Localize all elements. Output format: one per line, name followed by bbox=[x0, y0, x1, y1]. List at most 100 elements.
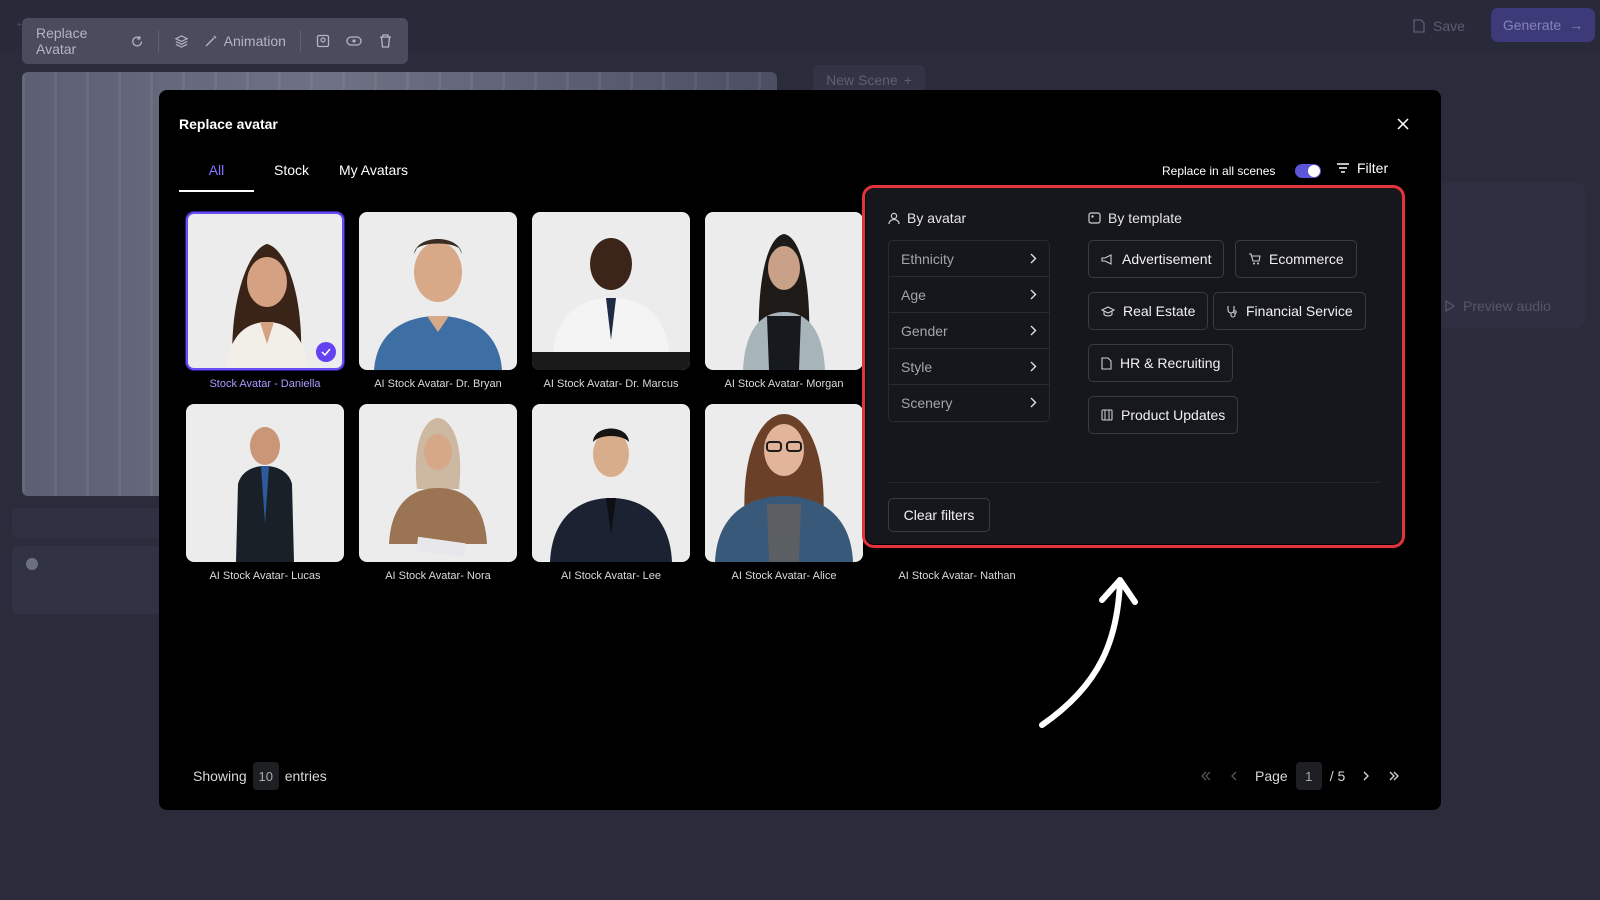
filter-lines-icon bbox=[1337, 163, 1349, 173]
filter-divider bbox=[888, 482, 1380, 483]
save-button[interactable]: Save bbox=[1398, 10, 1480, 42]
chip-label: Real Estate bbox=[1123, 303, 1196, 319]
avatar-photo bbox=[705, 212, 863, 370]
tab-my-avatars[interactable]: My Avatars bbox=[324, 158, 423, 192]
first-page-icon[interactable] bbox=[1199, 769, 1213, 783]
plus-icon: + bbox=[903, 72, 912, 88]
chevron-right-icon bbox=[1030, 287, 1037, 303]
filter-label: Scenery bbox=[901, 395, 953, 411]
total-pages-label: / 5 bbox=[1329, 768, 1346, 784]
filter-age[interactable]: Age bbox=[889, 277, 1049, 313]
avatar-toolbar: Replace Avatar Animation bbox=[22, 18, 408, 64]
toolbar-divider bbox=[157, 30, 159, 52]
replace-in-all-scenes-label: Replace in all scenes bbox=[1162, 164, 1276, 178]
generate-button[interactable]: Generate → bbox=[1491, 8, 1595, 42]
tab-all[interactable]: All bbox=[179, 158, 254, 192]
page-indicator: Page 1 / 5 bbox=[1255, 762, 1345, 790]
avatar-card-dr-marcus[interactable]: AI Stock Avatar- Dr. Marcus bbox=[532, 212, 690, 390]
chip-label: Financial Service bbox=[1246, 303, 1353, 319]
replace-in-all-scenes-toggle[interactable] bbox=[1295, 164, 1321, 178]
clear-filters-button[interactable]: Clear filters bbox=[888, 498, 990, 532]
close-icon[interactable] bbox=[1393, 114, 1413, 134]
filter-button[interactable]: Filter bbox=[1336, 160, 1388, 176]
filter-label: Gender bbox=[901, 322, 948, 339]
template-ecommerce-chip[interactable]: Ecommerce bbox=[1235, 240, 1357, 278]
stethoscope-icon bbox=[1227, 305, 1237, 318]
filter-scenery[interactable]: Scenery bbox=[889, 385, 1049, 421]
arrow-right-icon: → bbox=[1569, 17, 1584, 33]
preview-audio-button[interactable]: Preview audio bbox=[1445, 298, 1551, 314]
avatar-card-morgan[interactable]: AI Stock Avatar- Morgan bbox=[705, 212, 863, 390]
timeline-header bbox=[12, 508, 172, 538]
avatar-tabs: All Stock My Avatars bbox=[179, 158, 423, 192]
avatar-name: AI Stock Avatar- Alice bbox=[731, 570, 837, 582]
avatar-card-daniella[interactable]: Stock Avatar - Daniella bbox=[186, 212, 344, 390]
chevron-right-icon bbox=[1030, 395, 1037, 411]
avatar-photo bbox=[359, 404, 517, 562]
new-scene-label: New Scene bbox=[826, 72, 898, 88]
graduation-cap-icon bbox=[1101, 305, 1115, 317]
eye-icon[interactable] bbox=[346, 32, 363, 50]
selected-check-icon bbox=[316, 342, 336, 362]
next-page-icon[interactable] bbox=[1359, 769, 1373, 783]
filter-style[interactable]: Style bbox=[889, 349, 1049, 385]
animation-button[interactable]: Animation bbox=[204, 33, 286, 49]
avatar-name: AI Stock Avatar- Dr. Bryan bbox=[374, 378, 502, 390]
avatar-name: Stock Avatar - Daniella bbox=[209, 378, 321, 390]
trash-icon[interactable] bbox=[377, 32, 394, 50]
previous-page-icon[interactable] bbox=[1227, 769, 1241, 783]
entries-per-page-select[interactable]: 10 bbox=[252, 762, 279, 790]
timeline-handle[interactable] bbox=[26, 558, 38, 570]
tab-stock[interactable]: Stock bbox=[259, 158, 324, 192]
entries-label: entries bbox=[284, 768, 327, 784]
avatar-name: AI Stock Avatar- Morgan bbox=[724, 378, 844, 390]
replace-avatar-label: Replace Avatar bbox=[36, 25, 88, 57]
avatar-name: AI Stock Avatar- Dr. Marcus bbox=[543, 378, 679, 390]
chevron-right-icon bbox=[1030, 251, 1037, 267]
last-page-icon[interactable] bbox=[1387, 769, 1401, 783]
template-advertisement-chip[interactable]: Advertisement bbox=[1088, 240, 1225, 278]
avatar-filter-list: Ethnicity Age Gender Style Scenery bbox=[888, 240, 1050, 422]
page-label: Page bbox=[1255, 768, 1288, 784]
template-icon bbox=[1088, 212, 1101, 224]
avatar-name: AI Stock Avatar- Lee bbox=[560, 570, 662, 582]
template-hr-recruiting-chip[interactable]: HR & Recruiting bbox=[1088, 344, 1234, 382]
avatar-card-alice[interactable]: AI Stock Avatar- Alice bbox=[705, 404, 863, 582]
animation-label: Animation bbox=[223, 33, 286, 49]
refresh-icon bbox=[132, 35, 143, 46]
layers-icon[interactable] bbox=[173, 32, 190, 50]
megaphone-icon bbox=[1101, 253, 1112, 265]
template-product-updates-chip[interactable]: Product Updates bbox=[1088, 396, 1239, 434]
avatar-card-lucas[interactable]: AI Stock Avatar- Lucas bbox=[186, 404, 344, 582]
pagination: Page 1 / 5 bbox=[1199, 762, 1401, 790]
document-icon bbox=[1101, 356, 1112, 370]
annotation-arrow-icon bbox=[1039, 577, 1138, 728]
chip-label: Ecommerce bbox=[1269, 251, 1344, 267]
chevron-right-icon bbox=[1030, 359, 1037, 375]
avatar-name: AI Stock Avatar- Lucas bbox=[209, 570, 321, 582]
wand-icon bbox=[205, 35, 217, 47]
filter-label: Ethnicity bbox=[901, 250, 954, 267]
chip-label: Product Updates bbox=[1121, 407, 1226, 423]
chevron-right-icon bbox=[1030, 323, 1037, 339]
avatar-card-nora[interactable]: AI Stock Avatar- Nora bbox=[359, 404, 517, 582]
showing-label: Showing bbox=[193, 768, 247, 784]
filter-popover: By avatar Ethnicity Age Gender Style Sce… bbox=[866, 188, 1402, 544]
filter-ethnicity[interactable]: Ethnicity bbox=[889, 241, 1049, 277]
template-real-estate-chip[interactable]: Real Estate bbox=[1088, 292, 1209, 330]
by-template-heading: By template bbox=[1088, 210, 1182, 226]
avatar-card-dr-bryan[interactable]: AI Stock Avatar- Dr. Bryan bbox=[359, 212, 517, 390]
save-icon bbox=[1413, 19, 1425, 33]
save-label: Save bbox=[1433, 18, 1465, 34]
filter-label: Filter bbox=[1357, 160, 1389, 176]
page-number-input[interactable]: 1 bbox=[1295, 762, 1322, 790]
avatar-card-lee[interactable]: AI Stock Avatar- Lee bbox=[532, 404, 690, 582]
filter-gender[interactable]: Gender bbox=[889, 313, 1049, 349]
template-financial-service-chip[interactable]: Financial Service bbox=[1213, 292, 1366, 330]
by-avatar-heading: By avatar bbox=[888, 210, 966, 226]
chip-label: Advertisement bbox=[1122, 251, 1212, 267]
portrait-icon[interactable] bbox=[315, 32, 332, 50]
toolbar-divider bbox=[299, 30, 301, 52]
replace-avatar-button[interactable]: Replace Avatar bbox=[36, 25, 144, 57]
avatar-photo bbox=[532, 212, 690, 370]
